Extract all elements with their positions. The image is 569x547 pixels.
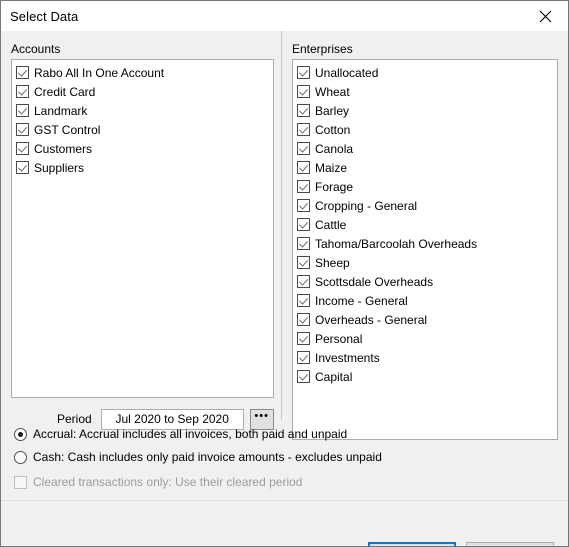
list-item[interactable]: Cotton	[293, 120, 557, 139]
account-item-checkbox[interactable]	[16, 123, 29, 136]
list-item[interactable]: Sheep	[293, 253, 557, 272]
accrual-label: Accrual: Accrual includes all invoices, …	[33, 427, 348, 441]
list-item[interactable]: Scottsdale Overheads	[293, 272, 557, 291]
enterprise-item-label: Barley	[315, 103, 350, 118]
enterprise-item-label: Unallocated	[315, 65, 379, 80]
enterprise-item-checkbox[interactable]	[297, 351, 310, 364]
cleared-transactions-row: Cleared transactions only: Use their cle…	[14, 473, 302, 491]
accrual-radio[interactable]	[14, 427, 27, 441]
enterprise-item-checkbox[interactable]	[297, 332, 310, 345]
list-item[interactable]: Canola	[293, 139, 557, 158]
enterprise-item-checkbox[interactable]	[297, 370, 310, 383]
cash-radio[interactable]	[14, 450, 27, 464]
enterprise-item-checkbox[interactable]	[297, 180, 310, 193]
enterprise-item-label: Cropping - General	[315, 198, 418, 213]
enterprise-item-checkbox[interactable]	[297, 313, 310, 326]
account-item-checkbox[interactable]	[16, 66, 29, 79]
enterprise-item-checkbox[interactable]	[297, 275, 310, 288]
account-item-checkbox[interactable]	[16, 85, 29, 98]
enterprise-item-label: Capital	[315, 369, 353, 384]
enterprise-item-checkbox[interactable]	[297, 66, 310, 79]
enterprise-item-label: Income - General	[315, 293, 408, 308]
close-icon	[539, 10, 552, 23]
enterprise-item-label: Scottsdale Overheads	[315, 274, 434, 289]
cash-radio-row[interactable]: Cash: Cash includes only paid invoice am…	[14, 448, 382, 466]
list-item[interactable]: Overheads - General	[293, 310, 557, 329]
account-item-checkbox[interactable]	[16, 142, 29, 155]
list-item[interactable]: Personal	[293, 329, 557, 348]
list-item[interactable]: Investments	[293, 348, 557, 367]
account-item-label: Landmark	[34, 103, 88, 118]
enterprise-item-label: Maize	[315, 160, 348, 175]
enterprise-item-checkbox[interactable]	[297, 199, 310, 212]
enterprise-item-checkbox[interactable]	[297, 104, 310, 117]
select-data-dialog: Select Data Accounts Rabo All In One Acc…	[0, 0, 569, 547]
list-item[interactable]: Credit Card	[12, 82, 273, 101]
cash-label: Cash: Cash includes only paid invoice am…	[33, 450, 382, 464]
enterprises-item-container: Unallocated Wheat Barley Cotton Canola Maize F…	[293, 60, 557, 386]
list-item[interactable]: Capital	[293, 367, 557, 386]
enterprise-item-label: Investments	[315, 350, 380, 365]
enterprise-item-label: Wheat	[315, 84, 350, 99]
list-item[interactable]: Cattle	[293, 215, 557, 234]
list-item[interactable]: GST Control	[12, 120, 273, 139]
close-button[interactable]	[522, 1, 568, 31]
list-item[interactable]: Tahoma/Barcoolah Overheads	[293, 234, 557, 253]
list-item[interactable]: Barley	[293, 101, 557, 120]
enterprise-item-checkbox[interactable]	[297, 256, 310, 269]
enterprise-item-checkbox[interactable]	[297, 142, 310, 155]
list-item[interactable]: Wheat	[293, 82, 557, 101]
list-item[interactable]: Rabo All In One Account	[12, 63, 273, 82]
list-item[interactable]: Maize	[293, 158, 557, 177]
account-item-label: Suppliers	[34, 160, 85, 175]
enterprise-item-label: Overheads - General	[315, 312, 428, 327]
button-bar-separator	[1, 500, 568, 501]
account-item-label: Customers	[34, 141, 93, 156]
account-item-checkbox[interactable]	[16, 104, 29, 117]
cancel-button[interactable]: Cancel	[466, 542, 554, 546]
account-item-label: Rabo All In One Account	[34, 65, 165, 80]
list-item[interactable]: Suppliers	[12, 158, 273, 177]
cleared-transactions-label: Cleared transactions only: Use their cle…	[33, 475, 303, 489]
enterprises-group-label: Enterprises	[292, 42, 353, 56]
enterprise-item-checkbox[interactable]	[297, 123, 310, 136]
enterprise-item-label: Sheep	[315, 255, 350, 270]
list-item[interactable]: Landmark	[12, 101, 273, 120]
list-item[interactable]: Income - General	[293, 291, 557, 310]
enterprise-item-checkbox[interactable]	[297, 85, 310, 98]
enterprise-item-checkbox[interactable]	[297, 218, 310, 231]
enterprise-item-label: Cattle	[315, 217, 347, 232]
window-title: Select Data	[10, 9, 79, 24]
list-item[interactable]: Unallocated	[293, 63, 557, 82]
account-item-label: GST Control	[34, 122, 101, 137]
list-item[interactable]: Forage	[293, 177, 557, 196]
accrual-radio-row[interactable]: Accrual: Accrual includes all invoices, …	[14, 425, 347, 443]
enterprise-item-checkbox[interactable]	[297, 161, 310, 174]
enterprise-item-label: Personal	[315, 331, 363, 346]
accounts-group-label: Accounts	[11, 42, 61, 56]
enterprise-item-checkbox[interactable]	[297, 237, 310, 250]
accounts-listbox[interactable]: Rabo All In One Account Credit Card Landma…	[11, 59, 274, 398]
period-label: Period	[57, 412, 92, 426]
panel-splitter[interactable]	[281, 31, 282, 420]
accounts-item-container: Rabo All In One Account Credit Card Landma…	[12, 60, 273, 177]
enterprises-listbox[interactable]: Unallocated Wheat Barley Cotton Canola Maize F…	[292, 59, 558, 440]
account-item-label: Credit Card	[34, 84, 96, 99]
enterprise-item-label: Forage	[315, 179, 354, 194]
enterprise-item-label: Canola	[315, 141, 354, 156]
enterprise-item-checkbox[interactable]	[297, 294, 310, 307]
enterprise-item-label: Tahoma/Barcoolah Overheads	[315, 236, 478, 251]
ok-button[interactable]: OK	[368, 542, 456, 546]
list-item[interactable]: Customers	[12, 139, 273, 158]
title-bar: Select Data	[1, 1, 568, 31]
cleared-transactions-checkbox	[14, 475, 27, 489]
list-item[interactable]: Cropping - General	[293, 196, 557, 215]
enterprise-item-label: Cotton	[315, 122, 351, 137]
account-item-checkbox[interactable]	[16, 161, 29, 174]
dialog-body: Accounts Rabo All In One Account Credit C…	[1, 31, 568, 546]
